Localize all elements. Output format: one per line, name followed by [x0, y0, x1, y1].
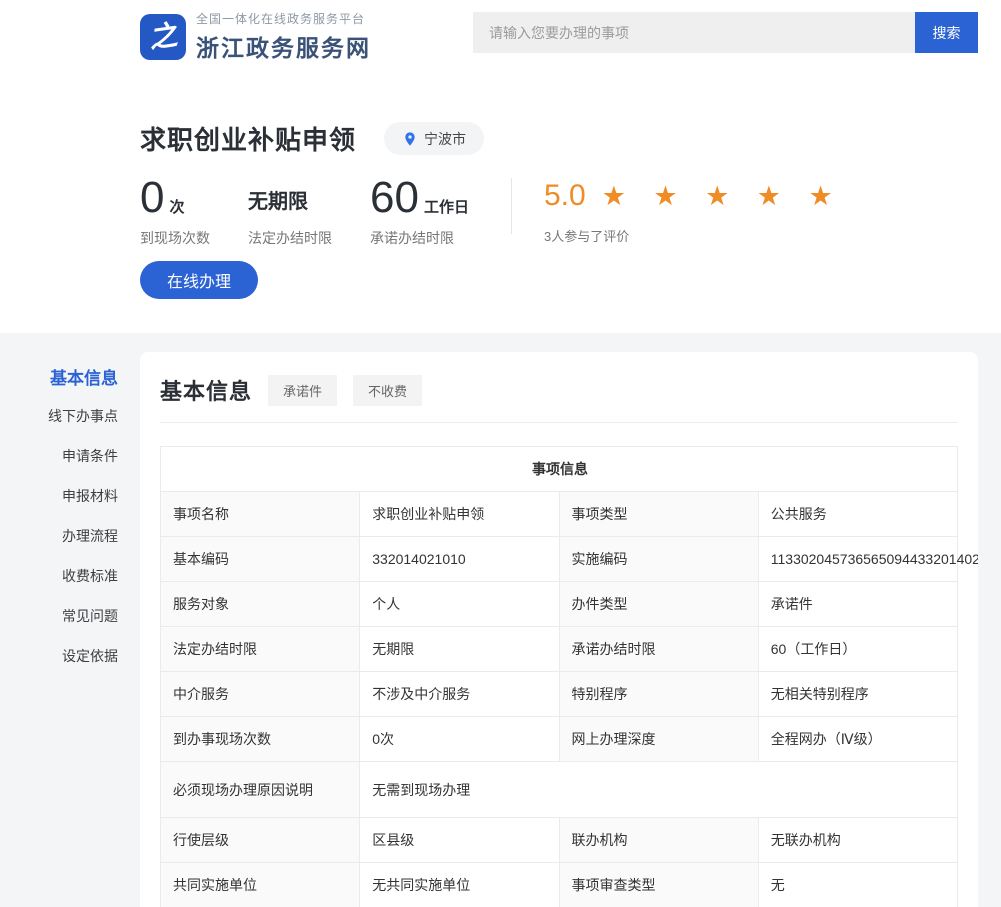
table-row: 基本编码 332014021010 实施编码 11330204573656509…: [161, 537, 958, 582]
brand-text: 全国一体化在线政务服务平台 浙江政务服务网: [196, 10, 371, 63]
row-label: 到办事现场次数: [161, 717, 360, 762]
rating-participants: 3人参与了评价: [544, 226, 843, 245]
row-value: 区县级: [360, 818, 559, 863]
row-value: 无: [758, 863, 957, 907]
row-value: 无联办机构: [758, 818, 957, 863]
platform-tagline: 全国一体化在线政务服务平台: [196, 10, 371, 27]
stat-legal-limit-value: 无期限: [248, 185, 308, 220]
online-apply-button[interactable]: 在线办理: [140, 261, 258, 299]
row-label: 行使层级: [161, 818, 360, 863]
row-label: 办件类型: [559, 582, 758, 627]
stat-promise-limit-value: 60: [370, 176, 419, 220]
stat-promise-limit-label: 承诺办结时限: [370, 228, 469, 248]
row-label: 实施编码: [559, 537, 758, 582]
stat-promise-limit: 60 工作日 承诺办结时限: [370, 176, 469, 248]
row-label: 联办机构: [559, 818, 758, 863]
stat-visits-value: 0: [140, 176, 164, 220]
row-label: 承诺办结时限: [559, 627, 758, 672]
row-label: 基本编码: [161, 537, 360, 582]
row-value: 60（工作日）: [758, 627, 957, 672]
row-value: 332014021010: [360, 537, 559, 582]
rating-block: 5.0 ★ ★ ★ ★ ★ 3人参与了评价: [544, 176, 843, 245]
table-row: 必须现场办理原因说明 无需到现场办理: [161, 762, 958, 818]
section-title: 基本信息: [160, 374, 252, 406]
stat-legal-limit: 无期限 法定办结时限: [248, 176, 332, 248]
search-button[interactable]: 搜索: [915, 12, 978, 53]
site-logo-icon: 之: [140, 14, 186, 60]
stat-visits-unit: 次: [169, 196, 184, 217]
sidebar-item-basic-info[interactable]: 基本信息: [0, 371, 118, 386]
row-value: 个人: [360, 582, 559, 627]
tag-no-fee: 不收费: [353, 375, 422, 406]
card-header: 基本信息 承诺件 不收费: [160, 374, 958, 423]
basic-info-card: 基本信息 承诺件 不收费 事项信息 事项名称 求职创业补贴申领 事项类型 公共服…: [140, 352, 978, 907]
row-value: 承诺件: [758, 582, 957, 627]
location-selector[interactable]: 宁波市: [384, 122, 484, 155]
stat-legal-limit-label: 法定办结时限: [248, 228, 332, 248]
table-row: 法定办结时限 无期限 承诺办结时限 60（工作日）: [161, 627, 958, 672]
location-name: 宁波市: [424, 129, 466, 149]
stats-row: 0 次 到现场次数 无期限 法定办结时限 60 工作日 承诺办结时限 5.0 ★…: [140, 176, 843, 248]
row-value: 全程网办（Ⅳ级）: [758, 717, 957, 762]
row-value: 0次: [360, 717, 559, 762]
sidebar-item-fees[interactable]: 收费标准: [0, 569, 118, 584]
stats-divider: [511, 178, 512, 234]
site-name: 浙江政务服务网: [196, 29, 371, 63]
row-value: 不涉及中介服务: [360, 672, 559, 717]
table-row: 服务对象 个人 办件类型 承诺件: [161, 582, 958, 627]
sidebar-item-process[interactable]: 办理流程: [0, 529, 118, 544]
rating-score: 5.0: [544, 179, 586, 213]
page-title: 求职创业补贴申领: [140, 120, 356, 157]
sidebar-item-legal-basis[interactable]: 设定依据: [0, 649, 118, 664]
row-label: 事项名称: [161, 492, 360, 537]
row-label: 必须现场办理原因说明: [161, 762, 360, 818]
table-row: 行使层级 区县级 联办机构 无联办机构: [161, 818, 958, 863]
row-value: 无需到现场办理: [360, 762, 958, 818]
table-title-row: 事项信息: [161, 447, 958, 492]
row-label: 事项审查类型: [559, 863, 758, 907]
search-input[interactable]: [473, 12, 915, 53]
row-label: 事项类型: [559, 492, 758, 537]
content-zone: 基本信息 线下办事点 申请条件 申报材料 办理流程 收费标准 常见问题 设定依据…: [0, 333, 1001, 907]
row-value: 无期限: [360, 627, 559, 672]
title-row: 求职创业补贴申领 宁波市: [140, 120, 484, 157]
row-value: 无共同实施单位: [360, 863, 559, 907]
row-value: 无相关特别程序: [758, 672, 957, 717]
sidebar-item-materials[interactable]: 申报材料: [0, 489, 118, 504]
tag-promise-type: 承诺件: [268, 375, 337, 406]
logo-glyph: 之: [147, 21, 179, 53]
row-label: 法定办结时限: [161, 627, 360, 672]
stat-visits-label: 到现场次数: [140, 228, 210, 248]
rating-stars-icon: ★ ★ ★ ★ ★: [602, 181, 843, 212]
row-value: 1133020457365650944332014021010: [758, 537, 957, 582]
table-title: 事项信息: [161, 447, 958, 492]
page-header: 之 全国一体化在线政务服务平台 浙江政务服务网 搜索 求职创业补贴申领 宁波市 …: [0, 0, 1001, 333]
sidebar-item-offline-locations[interactable]: 线下办事点: [0, 409, 118, 424]
location-pin-icon: [402, 131, 418, 147]
row-label: 网上办理深度: [559, 717, 758, 762]
row-label: 服务对象: [161, 582, 360, 627]
table-row: 中介服务 不涉及中介服务 特别程序 无相关特别程序: [161, 672, 958, 717]
table-row: 到办事现场次数 0次 网上办理深度 全程网办（Ⅳ级）: [161, 717, 958, 762]
stat-promise-limit-unit: 工作日: [424, 196, 469, 217]
search-bar: 搜索: [473, 12, 978, 53]
table-row: 共同实施单位 无共同实施单位 事项审查类型 无: [161, 863, 958, 907]
row-value: 公共服务: [758, 492, 957, 537]
sidebar-item-faq[interactable]: 常见问题: [0, 609, 118, 624]
sidebar-item-apply-conditions[interactable]: 申请条件: [0, 449, 118, 464]
stat-visits: 0 次 到现场次数: [140, 176, 210, 248]
site-brand[interactable]: 之 全国一体化在线政务服务平台 浙江政务服务网: [140, 10, 371, 63]
row-label: 共同实施单位: [161, 863, 360, 907]
sidebar-nav: 基本信息 线下办事点 申请条件 申报材料 办理流程 收费标准 常见问题 设定依据: [0, 371, 118, 689]
row-value: 求职创业补贴申领: [360, 492, 559, 537]
table-row: 事项名称 求职创业补贴申领 事项类型 公共服务: [161, 492, 958, 537]
item-info-table: 事项信息 事项名称 求职创业补贴申领 事项类型 公共服务 基本编码 332014…: [160, 446, 958, 907]
row-label: 特别程序: [559, 672, 758, 717]
row-label: 中介服务: [161, 672, 360, 717]
